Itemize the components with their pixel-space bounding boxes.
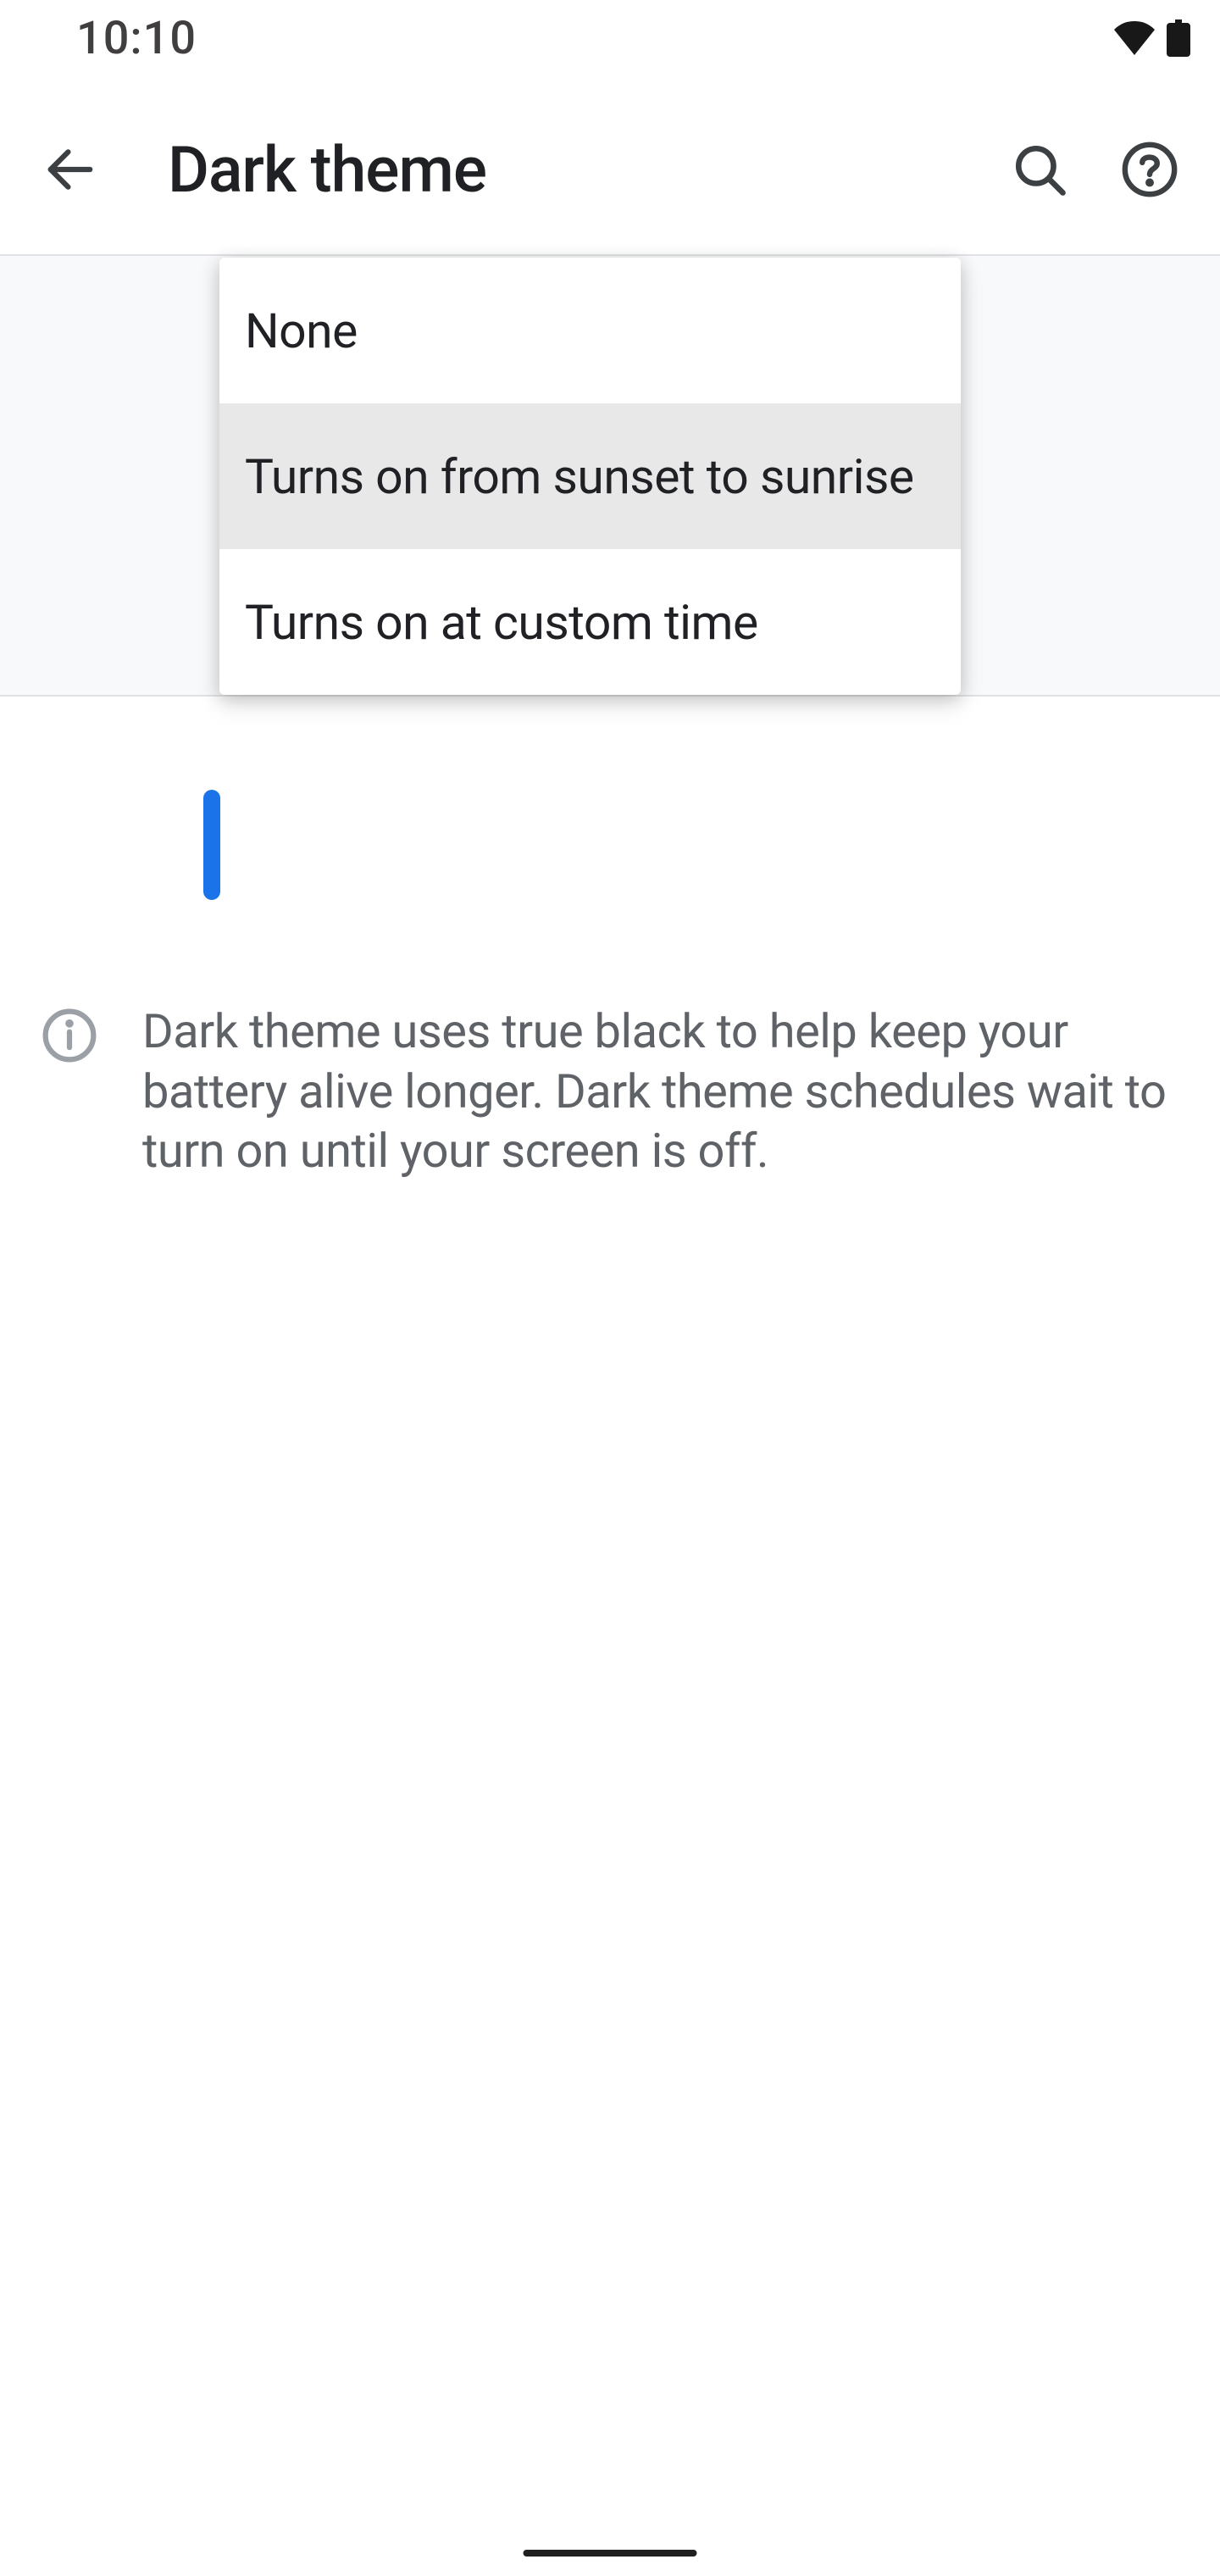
status-time: 10:10 — [76, 12, 197, 65]
selection-indicator — [203, 790, 220, 900]
help-icon — [1120, 140, 1179, 202]
schedule-dropdown-menu: None Turns on from sunset to sunrise Tur… — [219, 258, 961, 695]
gesture-bar[interactable] — [524, 2550, 697, 2557]
wifi-icon — [1114, 21, 1155, 55]
menu-item-label: Turns on from sunset to sunrise — [245, 448, 914, 505]
info-icon — [41, 1007, 98, 1068]
back-button[interactable] — [15, 115, 125, 225]
menu-item-label: Turns on at custom time — [245, 594, 758, 651]
info-row: Dark theme uses true black to help keep … — [41, 1002, 1169, 1181]
status-icons — [1114, 19, 1190, 57]
menu-item-custom-time[interactable]: Turns on at custom time — [219, 549, 961, 695]
menu-item-sunset-sunrise[interactable]: Turns on from sunset to sunrise — [219, 403, 961, 549]
page-title: Dark theme — [125, 133, 984, 208]
menu-item-label: None — [245, 303, 358, 359]
menu-item-none[interactable]: None — [219, 258, 961, 403]
status-bar: 10:10 — [0, 0, 1220, 76]
app-bar: Dark theme — [0, 98, 1220, 242]
back-arrow-icon — [44, 143, 97, 198]
search-icon — [1012, 142, 1068, 200]
search-button[interactable] — [984, 115, 1095, 225]
battery-icon — [1167, 19, 1190, 57]
help-button[interactable] — [1095, 115, 1205, 225]
info-text: Dark theme uses true black to help keep … — [41, 1002, 1169, 1181]
